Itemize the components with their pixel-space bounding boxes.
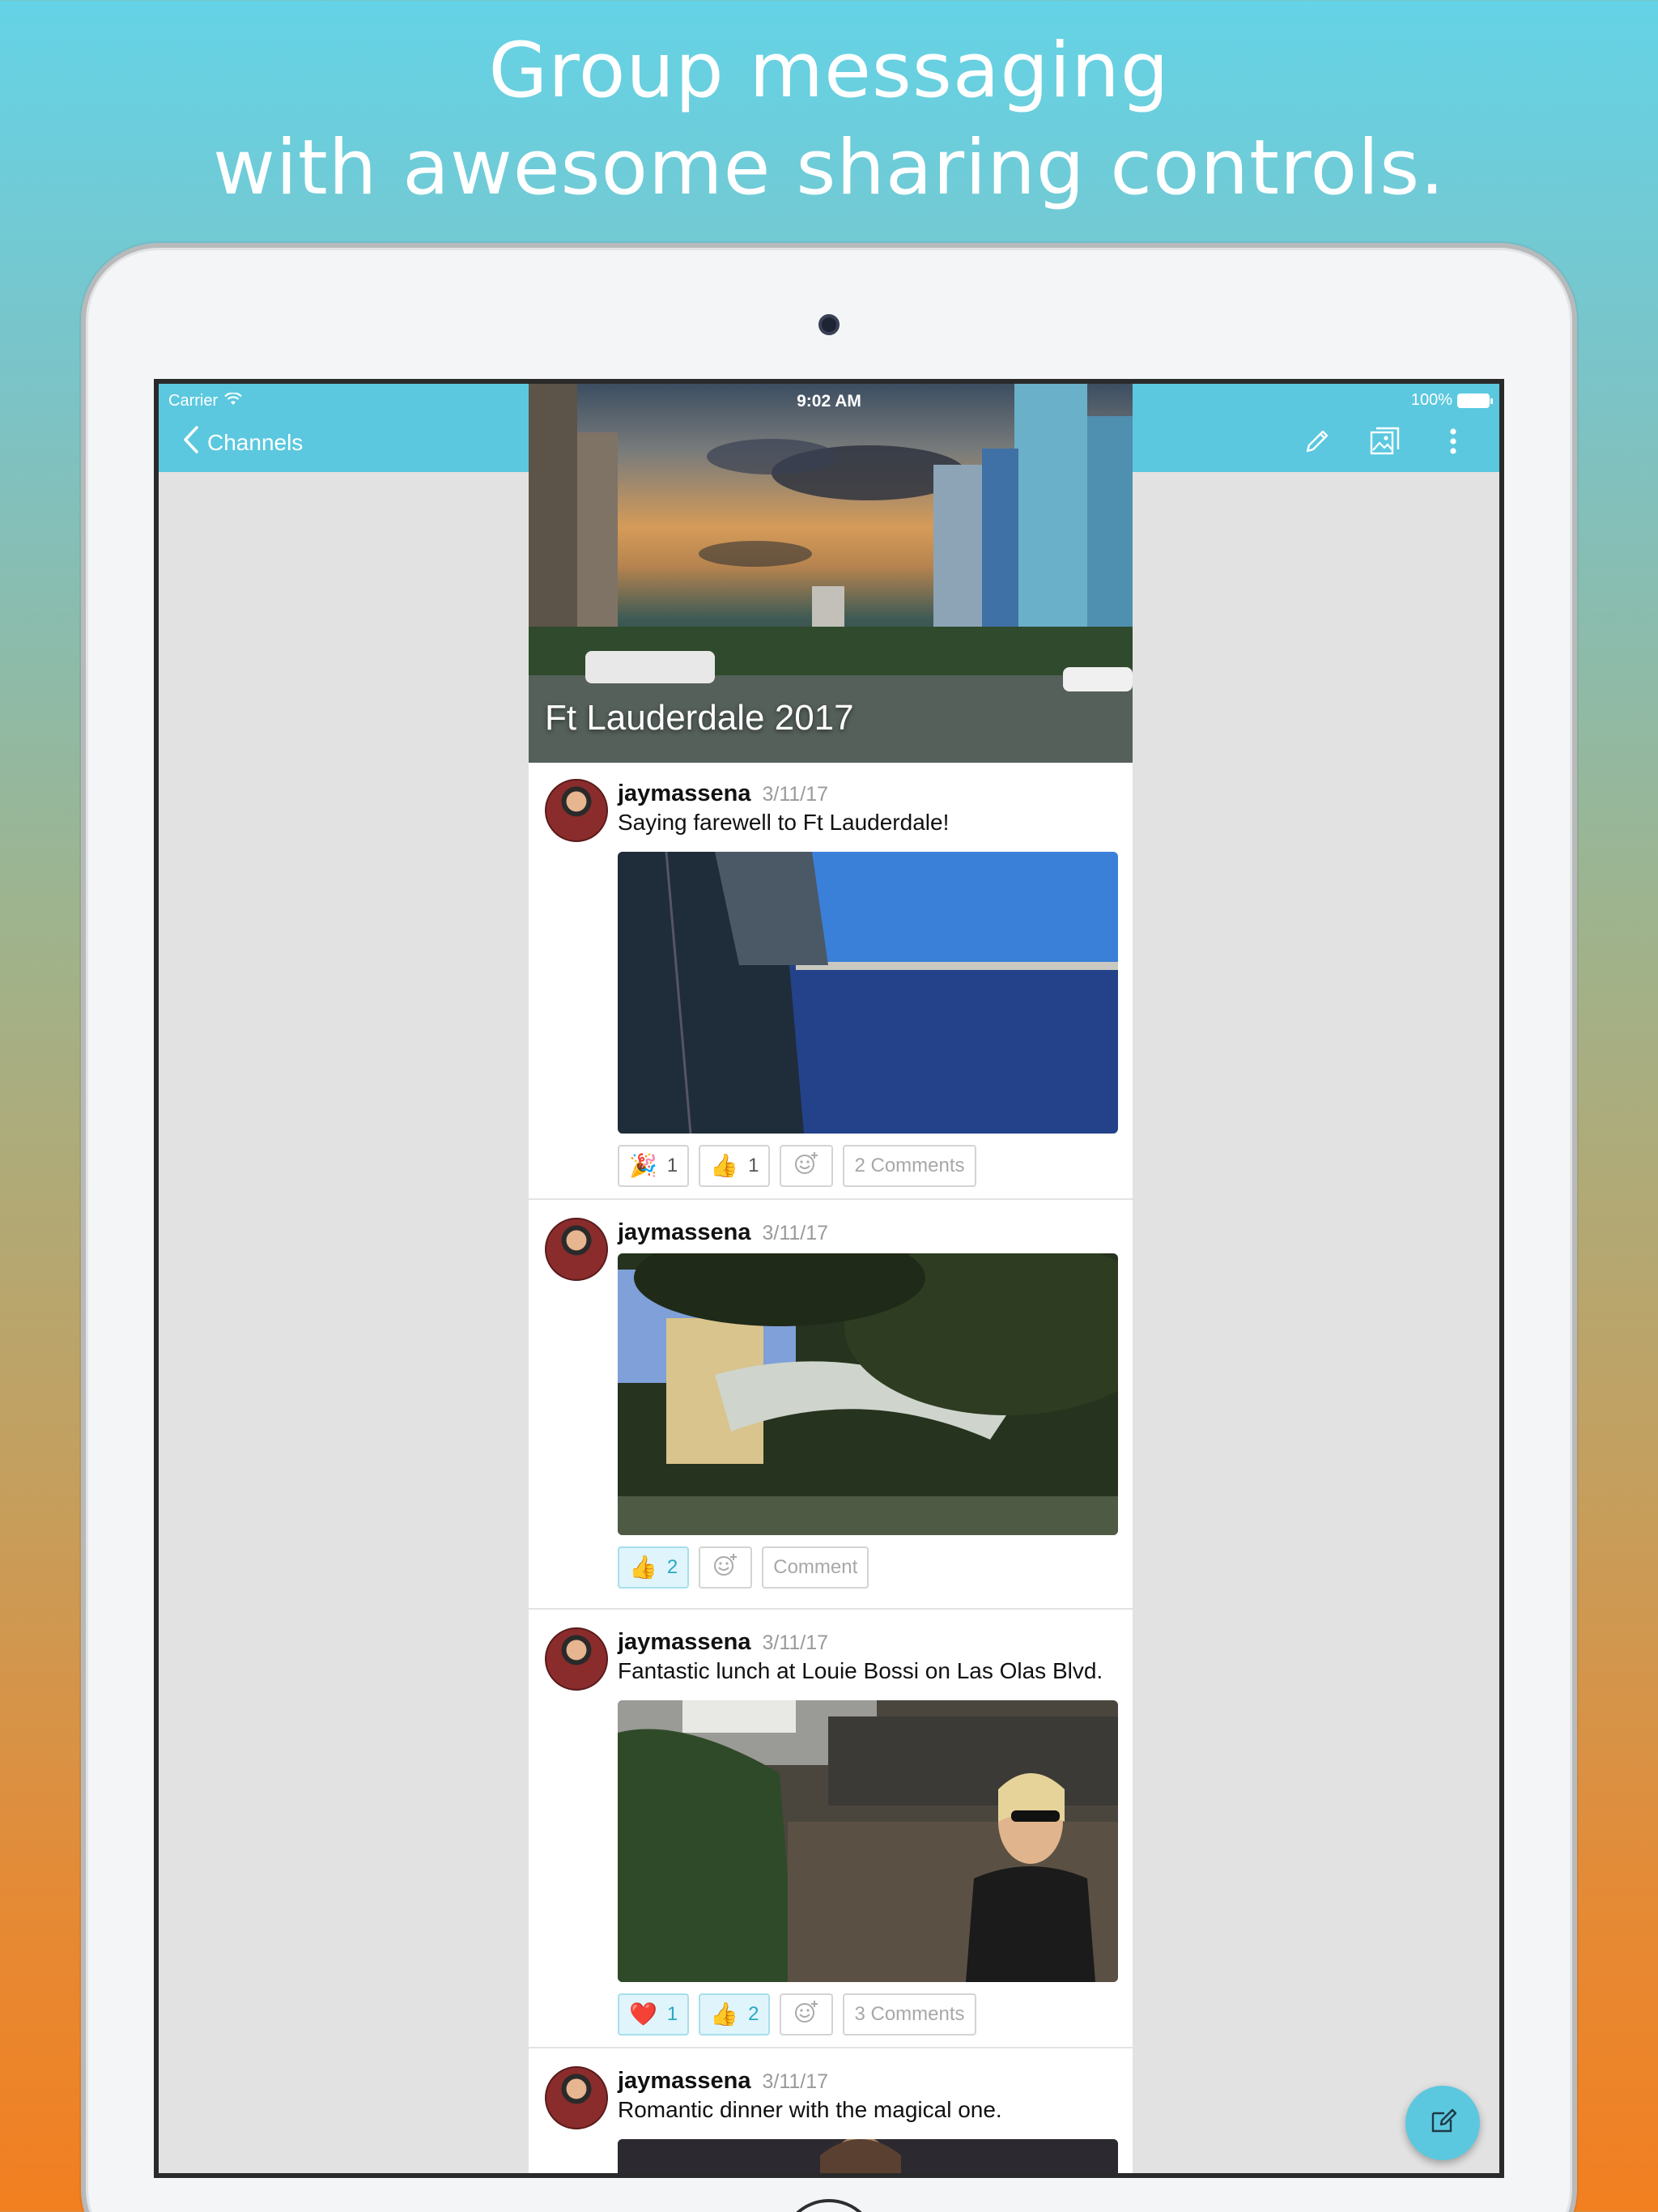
avatar[interactable] (545, 779, 608, 842)
add-reaction-button[interactable] (780, 1145, 834, 1187)
compose-icon (1426, 2105, 1459, 2142)
post-username[interactable]: jaymassena (618, 1219, 750, 1245)
navbar-actions (1299, 423, 1472, 460)
headline-line-2: with awesome sharing controls. (212, 124, 1446, 212)
reaction-chip[interactable]: 👍 1 (699, 1145, 771, 1187)
comments-button[interactable]: 3 Comments (843, 1993, 976, 2035)
party-popper-icon: 🎉 (629, 1153, 657, 1178)
reaction-count: 2 (748, 2003, 759, 2025)
headline-line-1: Group messaging (488, 27, 1170, 115)
reaction-bar: 👍 2 Comment (618, 1546, 869, 1589)
reaction-chip[interactable]: 👍 2 (618, 1546, 690, 1589)
reaction-count: 2 (666, 1556, 678, 1578)
post-photo[interactable] (618, 2139, 1118, 2173)
add-emoji-icon (793, 1151, 819, 1182)
post-photo[interactable] (618, 1253, 1118, 1535)
post-caption: Romantic dinner with the magical one. (618, 2097, 1002, 2122)
post-username[interactable]: jaymassena (618, 2068, 750, 2094)
add-emoji-icon (793, 1999, 819, 2031)
post-photo[interactable] (618, 1700, 1118, 1982)
channel-feed[interactable]: Ft Lauderdale 2017 jaymassena 3/11/17 Say… (529, 384, 1133, 2173)
park-pavilion-image (618, 1253, 1118, 1535)
message-post: jaymassena 3/11/17 👍 2 Comment (529, 1202, 1133, 1610)
post-date: 3/11/17 (762, 1631, 829, 1654)
post-caption: Fantastic lunch at Louie Bossi on Las Ol… (618, 1658, 1103, 1683)
channel-title: Ft Lauderdale 2017 (545, 698, 854, 738)
chevron-left-icon (183, 426, 199, 459)
post-username[interactable]: jaymassena (618, 1629, 750, 1655)
reaction-count: 1 (666, 2003, 678, 2025)
add-reaction-button[interactable] (780, 1993, 834, 2035)
post-caption: Saying farewell to Ft Lauderdale! (618, 810, 950, 835)
more-vertical-icon[interactable] (1435, 423, 1472, 460)
post-header: jaymassena 3/11/17 (618, 1219, 828, 1246)
post-date: 3/11/17 (762, 2070, 829, 2093)
reaction-bar: 🎉 1 👍 1 2 Comments (618, 1145, 976, 1187)
ship-waterfront-image (618, 852, 1118, 1134)
message-post: jaymassena 3/11/17 Romantic dinner with t… (529, 2050, 1133, 2173)
front-camera (818, 314, 840, 335)
add-reaction-button[interactable] (699, 1546, 753, 1589)
reaction-chip[interactable]: 🎉 1 (618, 1145, 690, 1187)
add-emoji-icon (712, 1552, 738, 1584)
app-screen: Carrier 100% Channels 9:02 AM Ft Lauderd… (154, 379, 1504, 2178)
thumbs-up-icon: 👍 (710, 1153, 739, 1178)
comments-button[interactable]: 2 Comments (843, 1145, 976, 1187)
back-to-channels-button[interactable]: Channels (183, 426, 303, 459)
post-date: 3/11/17 (762, 1222, 829, 1244)
pencil-icon[interactable] (1299, 423, 1336, 460)
avatar[interactable] (545, 1627, 608, 1691)
dinner-image (618, 2139, 1118, 2173)
message-post: jaymassena 3/11/17 Fantastic lunch at Lou… (529, 1611, 1133, 2048)
marketing-headline: Group messaging with awesome sharing con… (0, 23, 1658, 217)
post-header: jaymassena 3/11/17 (618, 2068, 828, 2095)
post-header: jaymassena 3/11/17 (618, 781, 828, 807)
compose-button[interactable] (1405, 2086, 1480, 2160)
back-label: Channels (207, 429, 304, 455)
thumbs-up-icon: 👍 (710, 2001, 739, 2027)
avatar[interactable] (545, 2066, 608, 2129)
heart-icon: ❤️ (629, 2001, 657, 2027)
reaction-count: 1 (748, 1155, 759, 1176)
thumbs-up-icon: 👍 (629, 1555, 657, 1580)
restaurant-lunch-image (618, 1700, 1118, 1982)
message-post: jaymassena 3/11/17 Saying farewell to Ft … (529, 763, 1133, 1200)
gallery-icon[interactable] (1367, 423, 1404, 460)
comment-button[interactable]: Comment (762, 1546, 869, 1589)
channel-cover-photo: Ft Lauderdale 2017 (529, 384, 1133, 763)
reaction-count: 1 (666, 1155, 678, 1176)
post-header: jaymassena 3/11/17 (618, 1629, 828, 1656)
reaction-chip[interactable]: ❤️ 1 (618, 1993, 690, 2035)
reaction-bar: ❤️ 1 👍 2 3 Comments (618, 1993, 976, 2035)
status-time: 9:02 AM (797, 392, 861, 410)
post-date: 3/11/17 (762, 783, 829, 806)
reaction-chip[interactable]: 👍 2 (699, 1993, 771, 2035)
post-photo[interactable] (618, 852, 1118, 1134)
avatar[interactable] (545, 1218, 608, 1281)
post-username[interactable]: jaymassena (618, 781, 750, 806)
